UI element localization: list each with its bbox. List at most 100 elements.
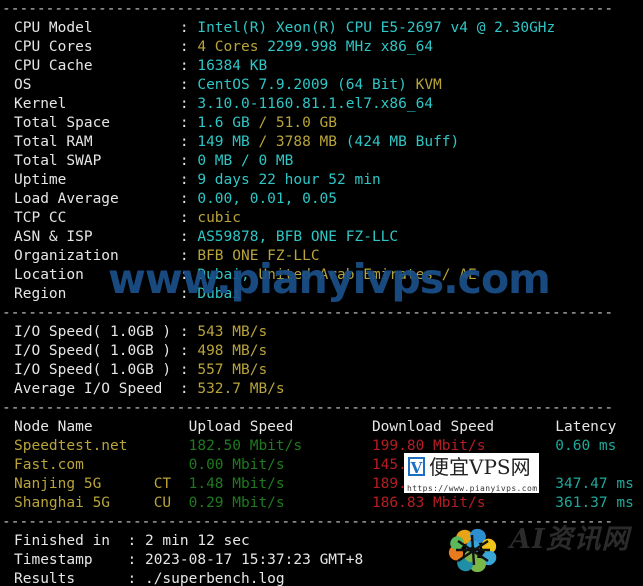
colon-separator: : xyxy=(179,343,198,359)
speedtest-download-speed: 145.4 Mbit/s xyxy=(371,457,556,473)
sysinfo-row: Total RAM : 149 MB / 3788 MB (424 MB Buf… xyxy=(0,133,643,152)
sysinfo-value: Intel(R) Xeon(R) CPU E5-2697 v4 @ 2.30GH… xyxy=(197,20,556,36)
sysinfo-label: Organization xyxy=(14,248,180,264)
speedtest-row: Speedtest.net 182.50 Mbit/s 199.80 Mbit/… xyxy=(0,437,643,456)
colon-separator: : xyxy=(179,229,198,245)
sysinfo-label: CPU Model xyxy=(14,20,180,36)
colon-separator: : xyxy=(179,248,198,264)
iospeed-label: I/O Speed( 1.0GB ) xyxy=(14,324,180,340)
speedtest-row: Nanjing 5G CT 1.48 Mbit/s 189.88 Mbit/s … xyxy=(0,475,643,494)
sysinfo-value: KVM xyxy=(415,77,442,93)
colon-separator: : xyxy=(179,381,198,397)
sysinfo-value: 0.00, 0.01, 0.05 xyxy=(197,191,338,207)
colon-separator: : xyxy=(179,153,198,169)
sysinfo-label: OS xyxy=(14,77,180,93)
speedtest-isp-code: CU xyxy=(153,495,189,511)
sysinfo-row: CPU Model : Intel(R) Xeon(R) CPU E5-2697… xyxy=(0,19,643,38)
speedtest-isp-code xyxy=(154,438,189,454)
sysinfo-value: 1.6 GB xyxy=(197,115,259,131)
io-speed-block: I/O Speed( 1.0GB ) : 543 MB/s I/O Speed( … xyxy=(0,323,643,399)
separator-io: ----------------------------------------… xyxy=(2,305,614,321)
speedtest-download-speed: 199.80 Mbit/s xyxy=(371,438,556,454)
colon-separator: : xyxy=(179,77,198,93)
sysinfo-row: CPU Cores : 4 Cores 2299.998 MHz x86_64 xyxy=(0,38,643,57)
colon-separator: : xyxy=(179,20,198,36)
iospeed-value: 498 MB/s xyxy=(197,343,268,359)
footer-row: Finished in : 2 min 12 sec xyxy=(0,532,643,551)
iospeed-label: I/O Speed( 1.0GB ) xyxy=(14,362,180,378)
sysinfo-row: OS : CentOS 7.9.2009 (64 Bit) KVM xyxy=(0,76,643,95)
colon-separator: : xyxy=(179,172,198,188)
iospeed-value: 543 MB/s xyxy=(197,324,268,340)
sysinfo-value: 149 MB xyxy=(197,134,259,150)
sysinfo-label: CPU Cache xyxy=(14,58,180,74)
speedtest-upload-speed: 0.00 Mbit/s xyxy=(188,457,372,473)
sysinfo-label: Total Space xyxy=(14,115,180,131)
colon-separator: : xyxy=(179,210,198,226)
sysinfo-label: Region xyxy=(14,286,180,302)
colon-separator: : xyxy=(179,362,198,378)
system-info-block: CPU Model : Intel(R) Xeon(R) CPU E5-2697… xyxy=(0,19,643,304)
sysinfo-label: ASN & ISP xyxy=(14,229,180,245)
colon-separator: : xyxy=(179,115,198,131)
speedtest-upload-speed: 182.50 Mbit/s xyxy=(188,438,372,454)
colon-separator: : xyxy=(179,286,198,302)
sysinfo-label: CPU Cores xyxy=(14,39,180,55)
sysinfo-value: x86_64 xyxy=(380,39,434,55)
sysinfo-value: 16384 KB xyxy=(197,58,268,74)
sysinfo-value: CentOS 7.9.2009 (64 Bit) xyxy=(197,77,416,93)
speedtest-latency: 0.60 ms xyxy=(555,438,617,454)
colon-separator: : xyxy=(179,191,198,207)
sysinfo-label: Total RAM xyxy=(14,134,180,150)
speedtest-row: Fast.com 0.00 Mbit/s 145.4 Mbit/s xyxy=(0,456,643,475)
separator-speedtest: ----------------------------------------… xyxy=(2,400,614,416)
colon-separator: : xyxy=(179,96,198,112)
iospeed-label: Average I/O Speed xyxy=(14,381,180,397)
iospeed-label: I/O Speed( 1.0GB ) xyxy=(14,343,180,359)
speedtest-download-speed: 189.88 Mbit/s xyxy=(371,476,556,492)
speedtest-block: Node Name Upload Speed Download Speed La… xyxy=(0,418,643,513)
iospeed-row: I/O Speed( 1.0GB ) : 557 MB/s xyxy=(0,361,643,380)
sysinfo-label: Total SWAP xyxy=(14,153,180,169)
speedtest-node-name: Shanghai 5G xyxy=(14,495,154,511)
speedtest-latency: 361.37 ms xyxy=(555,495,634,511)
speedtest-latency: 347.47 ms xyxy=(555,476,634,492)
terminal-window: ----------------------------------------… xyxy=(0,0,643,586)
footer-block: Finished in : 2 min 12 sec Timestamp : 20… xyxy=(0,532,643,586)
sysinfo-label: Uptime xyxy=(14,172,180,188)
footer-value: 2 min 12 sec xyxy=(144,533,250,549)
speedtest-isp-code: CT xyxy=(153,476,189,492)
footer-value: 2023-08-17 15:37:23 GMT+8 xyxy=(144,552,364,568)
column-header-upload: Upload Speed xyxy=(188,419,372,435)
separator-footer: ----------------------------------------… xyxy=(2,514,614,530)
iospeed-value: 532.7 MB/s xyxy=(197,381,285,397)
speedtest-download-speed: 186.83 Mbit/s xyxy=(371,495,556,511)
sysinfo-value: United Arab Emirates / AE xyxy=(258,267,477,283)
sysinfo-row: Load Average : 0.00, 0.01, 0.05 xyxy=(0,190,643,209)
sysinfo-value: / 3788 MB xyxy=(258,134,346,150)
sysinfo-row: ASN & ISP : AS59878, BFB ONE FZ-LLC xyxy=(0,228,643,247)
iospeed-row: I/O Speed( 1.0GB ) : 498 MB/s xyxy=(0,342,643,361)
colon-separator: : xyxy=(127,571,145,586)
colon-separator: : xyxy=(127,533,145,549)
sysinfo-value: 3.10.0-1160.81.1.el7.x86_64 xyxy=(197,96,434,112)
footer-row: Results : ./superbench.log xyxy=(0,570,643,586)
sysinfo-value: BFB ONE FZ-LLC xyxy=(197,248,320,264)
sysinfo-row: CPU Cache : 16384 KB xyxy=(0,57,643,76)
sysinfo-value: cubic xyxy=(197,210,241,226)
sysinfo-row: Kernel : 3.10.0-1160.81.1.el7.x86_64 xyxy=(0,95,643,114)
sysinfo-value: AS59878, BFB ONE FZ-LLC xyxy=(197,229,399,245)
colon-separator: : xyxy=(179,267,198,283)
sysinfo-row: Total Space : 1.6 GB / 51.0 GB xyxy=(0,114,643,133)
speedtest-isp-code xyxy=(154,457,189,473)
sysinfo-value: Dubai, xyxy=(197,267,259,283)
colon-separator: : xyxy=(179,58,198,74)
colon-separator: : xyxy=(179,324,198,340)
sysinfo-row: Total SWAP : 0 MB / 0 MB xyxy=(0,152,643,171)
sysinfo-row: Region : Dubai xyxy=(0,285,643,304)
speedtest-upload-speed: 1.48 Mbit/s xyxy=(188,476,372,492)
sysinfo-label: Load Average xyxy=(14,191,180,207)
sysinfo-value: 4 Cores xyxy=(197,39,268,55)
sysinfo-value: Dubai xyxy=(197,286,241,302)
footer-label: Finished in xyxy=(14,533,128,549)
